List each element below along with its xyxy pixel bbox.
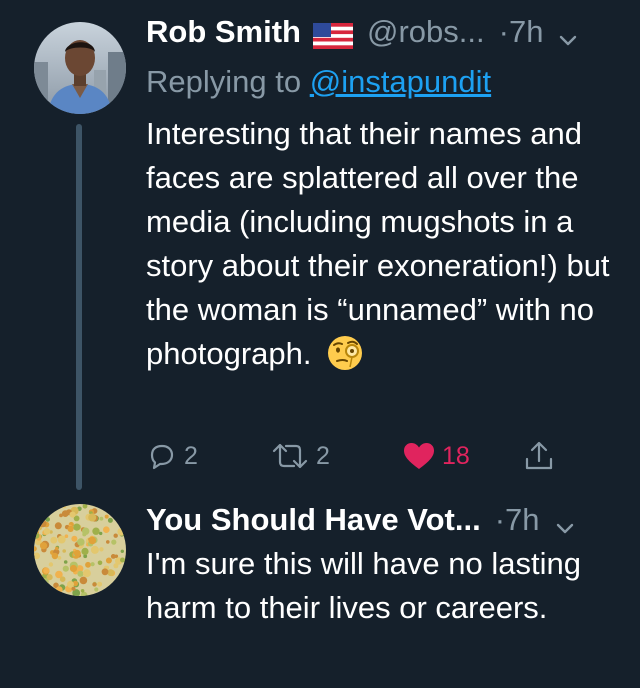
tweet-header: Rob Smith @robs... ·7h xyxy=(146,12,632,52)
replying-to-handle-link[interactable]: @instapundit xyxy=(310,64,491,99)
replying-to-label: Replying to xyxy=(146,64,310,99)
reply-count: 2 xyxy=(184,441,198,470)
heart-icon xyxy=(402,440,436,472)
tweet-text: I'm sure this will have no lasting harm … xyxy=(146,542,616,630)
handle[interactable]: @robs... xyxy=(367,12,485,52)
tweet-header: You Should Have Vot... ·7h xyxy=(146,500,632,540)
retweet-count: 2 xyxy=(316,441,330,470)
chevron-down-icon[interactable] xyxy=(557,21,579,46)
retweet-button[interactable]: 2 xyxy=(270,436,330,476)
timestamp[interactable]: ·7h xyxy=(499,12,544,52)
display-name[interactable]: Rob Smith xyxy=(146,12,301,52)
tweet-body: Interesting that their names and faces a… xyxy=(146,116,610,371)
share-icon xyxy=(522,439,556,473)
replying-to: Replying to @instapundit xyxy=(146,62,491,102)
share-button[interactable] xyxy=(522,436,556,476)
tweet-actions: 2 2 18 xyxy=(146,436,586,476)
face-with-monocle-emoji xyxy=(326,334,364,372)
reply-icon xyxy=(146,440,178,472)
tweet-body: I'm sure this will have no lasting harm … xyxy=(146,546,581,625)
timestamp[interactable]: ·7h xyxy=(495,500,540,540)
avatar[interactable] xyxy=(34,22,126,114)
reply-button[interactable]: 2 xyxy=(146,436,198,476)
us-flag-icon xyxy=(313,19,353,49)
tweet-text: Interesting that their names and faces a… xyxy=(146,112,616,376)
like-button[interactable]: 18 xyxy=(402,436,470,476)
avatar-color-blind-test-image xyxy=(34,504,126,596)
avatar-photo xyxy=(34,22,126,114)
retweet-icon xyxy=(270,440,310,472)
tweet[interactable]: Rob Smith @robs... ·7h Replying to @inst… xyxy=(0,0,640,500)
like-count: 18 xyxy=(442,441,470,470)
thread-line xyxy=(76,124,82,490)
avatar[interactable] xyxy=(34,504,126,596)
tweet[interactable]: You Should Have Vot... ·7h I'm sure this… xyxy=(0,500,640,688)
chevron-down-icon[interactable] xyxy=(554,509,576,534)
display-name[interactable]: You Should Have Vot... xyxy=(146,500,481,540)
